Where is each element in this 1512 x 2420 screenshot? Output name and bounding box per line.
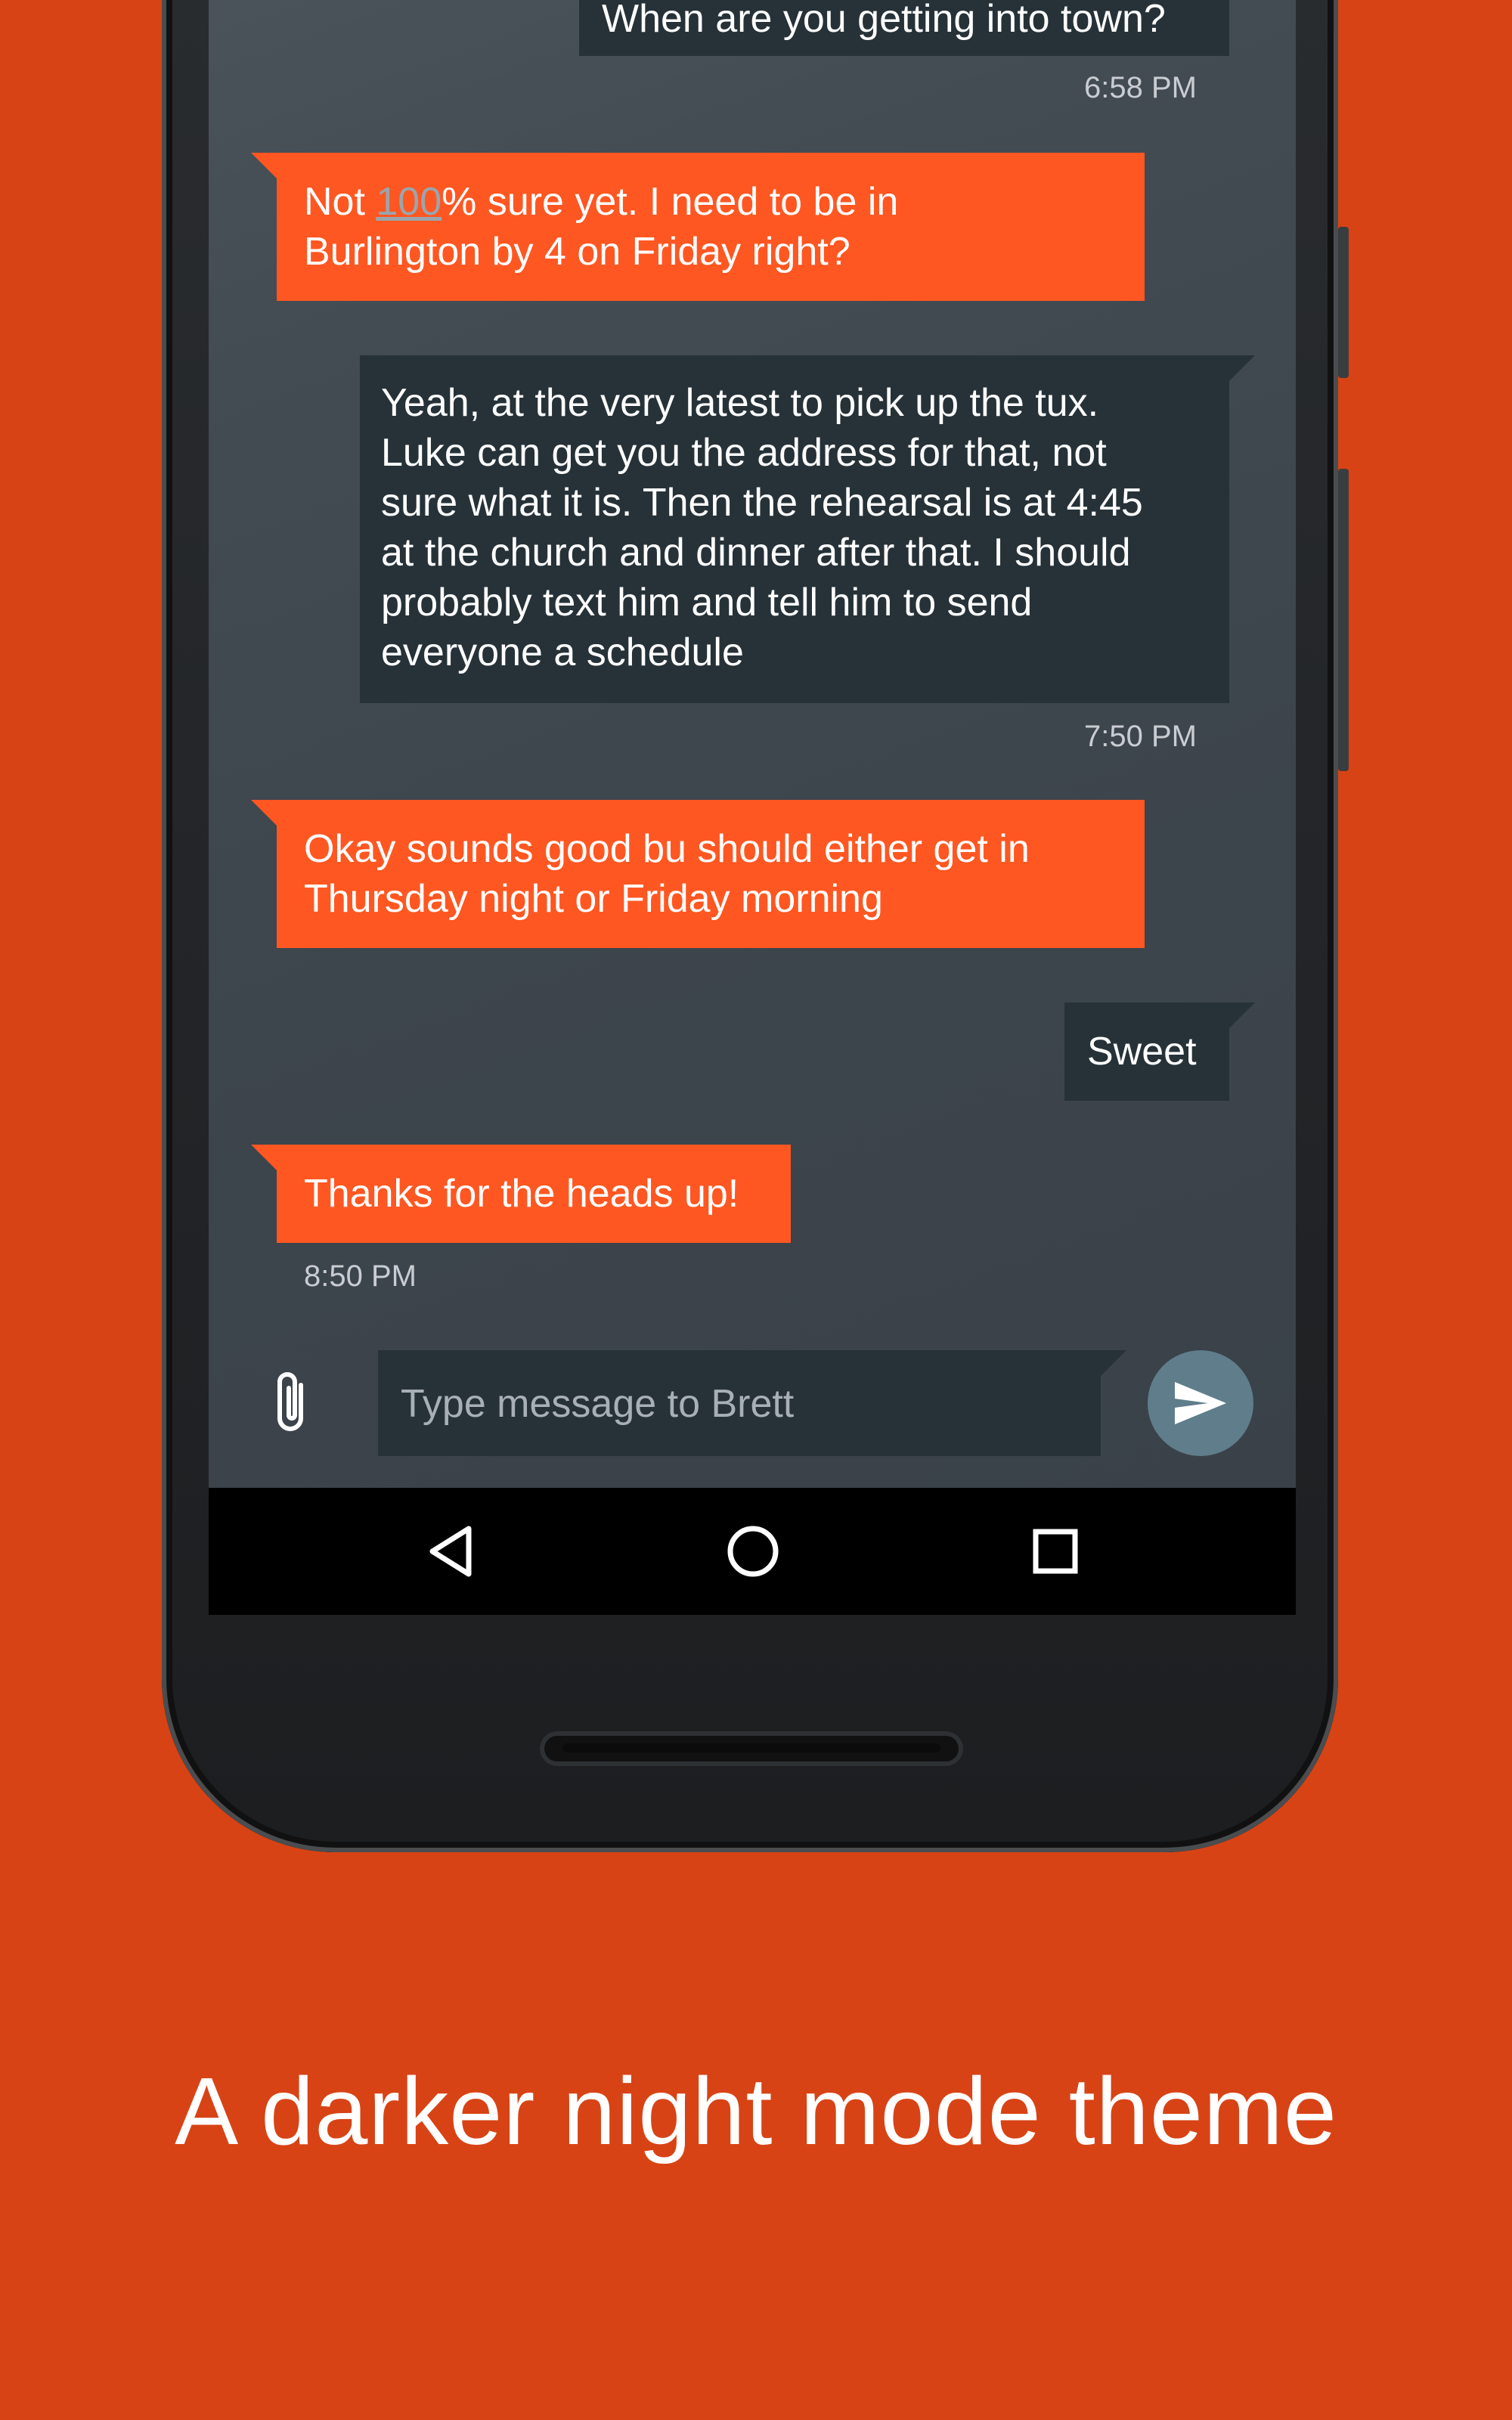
number-link[interactable]: 100 [376,180,442,224]
message-text: When are you getting into town? [602,0,1166,41]
message-input[interactable] [399,1350,1083,1458]
phone-volume-button [1338,469,1349,771]
home-circle-icon [727,1526,779,1577]
android-nav-bar [209,1488,1296,1615]
message-line: probably text him and tell him to send [381,581,1033,624]
message-line: Yeah, at the very latest to pick up the … [381,381,1099,425]
message-line: at the church and dinner after that. I s… [381,531,1131,575]
bubble-tail [1229,355,1255,381]
message-composer [378,1350,1101,1458]
message-timestamp: 8:50 PM [304,1260,417,1293]
send-button[interactable] [1148,1350,1253,1456]
message-bubble-incoming[interactable]: Thanks for the heads up! [277,1145,791,1243]
message-text: Thanks for the heads up! [304,1172,739,1216]
bubble-tail [251,800,277,826]
message-line: Okay sounds good bu should either get in [304,827,1030,871]
composer-tail [1101,1350,1126,1376]
home-button[interactable] [723,1521,783,1582]
message-timestamp: 6:58 PM [1084,71,1197,104]
phone-speaker-grille [540,1731,963,1766]
message-line: everyone a schedule [381,631,744,674]
message-line: Burlington by 4 on Friday right? [304,230,850,274]
message-bubble-outgoing[interactable]: When are you getting into town? [579,0,1229,56]
back-triangle-icon [429,1526,472,1577]
chat-screen: When are you getting into town? 6:58 PM … [209,0,1296,1488]
send-icon [1175,1382,1226,1424]
bubble-tail [251,1145,277,1170]
back-button[interactable] [420,1521,481,1582]
message-bubble-outgoing[interactable]: Yeah, at the very latest to pick up the … [360,355,1229,703]
message-line: sure what it is. Then the rehearsal is a… [381,481,1143,525]
message-line: Luke can get you the address for that, n… [381,431,1107,475]
message-bubble-incoming[interactable]: Okay sounds good bu should either get in… [277,800,1145,948]
recents-square-icon [1033,1529,1078,1574]
recents-button[interactable] [1025,1521,1086,1582]
message-text: Sweet [1087,1030,1197,1074]
message-line: Not 100% sure yet. I need to be in [304,180,899,224]
paperclip-icon[interactable] [268,1370,319,1438]
phone-side-button [1338,227,1349,378]
message-bubble-outgoing[interactable]: Sweet [1064,1002,1229,1101]
message-line: Thursday night or Friday morning [304,877,883,921]
promo-caption: A darker night mode theme [175,2058,1337,2164]
message-bubble-incoming[interactable]: Not 100% sure yet. I need to be in Burli… [277,153,1145,301]
bubble-tail [251,153,277,178]
bubble-tail [1229,1002,1255,1028]
message-timestamp: 7:50 PM [1084,720,1197,753]
